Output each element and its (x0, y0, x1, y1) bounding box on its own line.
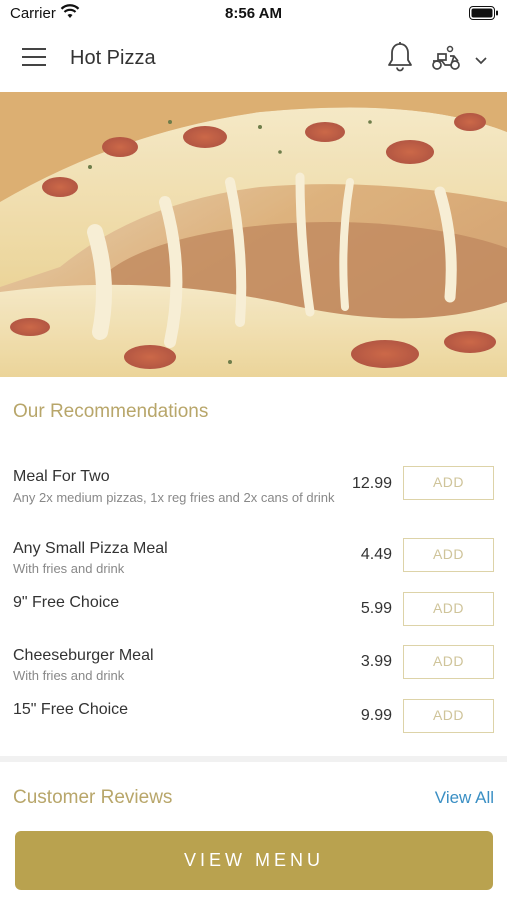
app-title: Hot Pizza (70, 47, 156, 69)
recommendations-title: Our Recommendations (13, 401, 209, 422)
item-price: 5.99 (360, 600, 392, 617)
item-name: Meal For Two (13, 468, 110, 485)
status-bar: Carrier 8:56 AM (0, 0, 507, 26)
item-price: 9.99 (360, 707, 392, 724)
clock-time: 8:56 AM (225, 5, 282, 22)
item-name: Cheeseburger Meal (13, 647, 154, 664)
add-button[interactable]: ADD (403, 645, 494, 679)
item-price: 4.49 (360, 546, 392, 563)
item-name: 15" Free Choice (13, 701, 129, 718)
item-description: Any 2x medium pizzas, 1x reg fries and 2… (13, 490, 335, 505)
reviews-title: Customer Reviews (13, 787, 173, 808)
item-price: 3.99 (360, 653, 392, 670)
hamburger-menu-icon[interactable] (22, 48, 48, 70)
add-button[interactable]: ADD (403, 538, 494, 572)
battery-icon (469, 6, 499, 20)
chevron-down-icon (474, 53, 488, 71)
section-divider (0, 756, 507, 762)
hero-pizza-image (0, 92, 507, 377)
add-button[interactable]: ADD (403, 699, 494, 733)
scooter-icon (430, 44, 462, 77)
item-description: With fries and drink (13, 561, 125, 576)
add-button[interactable]: ADD (403, 592, 494, 626)
item-description: With fries and drink (13, 668, 125, 683)
item-price: 12.99 (351, 475, 392, 492)
delivery-mode-selector[interactable] (430, 44, 492, 74)
bell-icon[interactable] (386, 41, 414, 73)
view-all-link[interactable]: View All (435, 788, 494, 808)
item-name: Any Small Pizza Meal (13, 540, 168, 557)
view-menu-button[interactable]: VIEW MENU (15, 831, 493, 890)
item-name: 9" Free Choice (13, 594, 120, 611)
add-button[interactable]: ADD (403, 466, 494, 500)
app-header: Hot Pizza (0, 26, 507, 92)
